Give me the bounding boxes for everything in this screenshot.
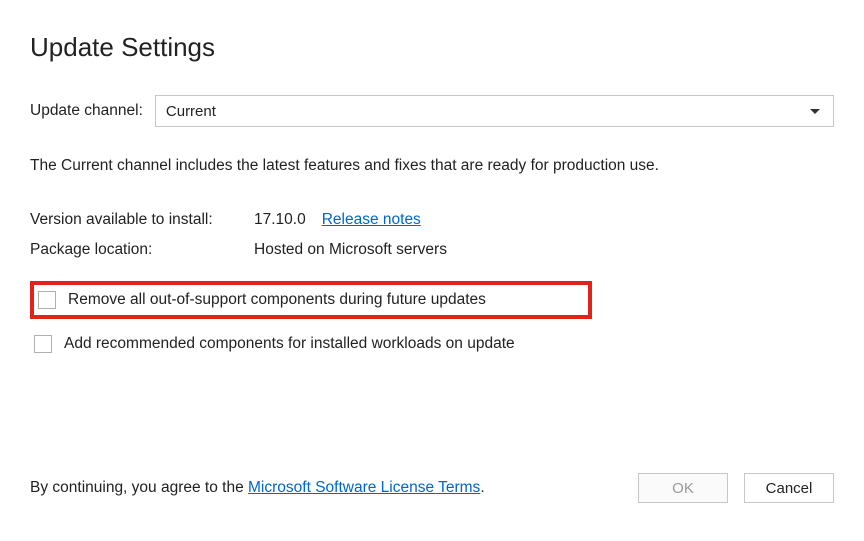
release-notes-link[interactable]: Release notes xyxy=(322,211,421,229)
version-value-group: 17.10.0 Release notes xyxy=(254,211,421,229)
page-title: Update Settings xyxy=(30,32,834,63)
add-components-row: Add recommended components for installed… xyxy=(30,328,834,360)
update-channel-row: Update channel: Current xyxy=(30,95,834,127)
remove-components-checkbox[interactable] xyxy=(38,291,56,309)
package-row: Package location: Hosted on Microsoft se… xyxy=(30,241,834,259)
add-components-checkbox[interactable] xyxy=(34,335,52,353)
update-channel-value: Current xyxy=(166,103,216,120)
chevron-down-icon xyxy=(810,109,820,114)
cancel-button[interactable]: Cancel xyxy=(744,473,834,503)
version-value: 17.10.0 xyxy=(254,211,306,229)
consent-prefix: By continuing, you agree to the xyxy=(30,479,248,496)
update-channel-label: Update channel: xyxy=(30,102,143,120)
version-label: Version available to install: xyxy=(30,211,254,229)
ok-button[interactable]: OK xyxy=(638,473,728,503)
version-row: Version available to install: 17.10.0 Re… xyxy=(30,211,834,229)
add-components-label: Add recommended components for installed… xyxy=(64,335,515,353)
package-value: Hosted on Microsoft servers xyxy=(254,241,447,259)
package-label: Package location: xyxy=(30,241,254,259)
highlighted-option: Remove all out-of-support components dur… xyxy=(30,281,592,319)
consent-suffix: . xyxy=(480,479,484,496)
dialog-buttons: OK Cancel xyxy=(638,473,834,503)
consent-text: By continuing, you agree to the Microsof… xyxy=(30,479,485,497)
update-channel-select[interactable]: Current xyxy=(155,95,834,127)
remove-components-label: Remove all out-of-support components dur… xyxy=(68,291,486,309)
update-channel-select-wrap: Current xyxy=(155,95,834,127)
checkbox-area: Remove all out-of-support components dur… xyxy=(30,281,834,360)
remove-components-row: Remove all out-of-support components dur… xyxy=(34,287,588,313)
channel-description: The Current channel includes the latest … xyxy=(30,157,834,175)
bottom-bar: By continuing, you agree to the Microsof… xyxy=(30,473,834,503)
license-terms-link[interactable]: Microsoft Software License Terms xyxy=(248,479,480,496)
